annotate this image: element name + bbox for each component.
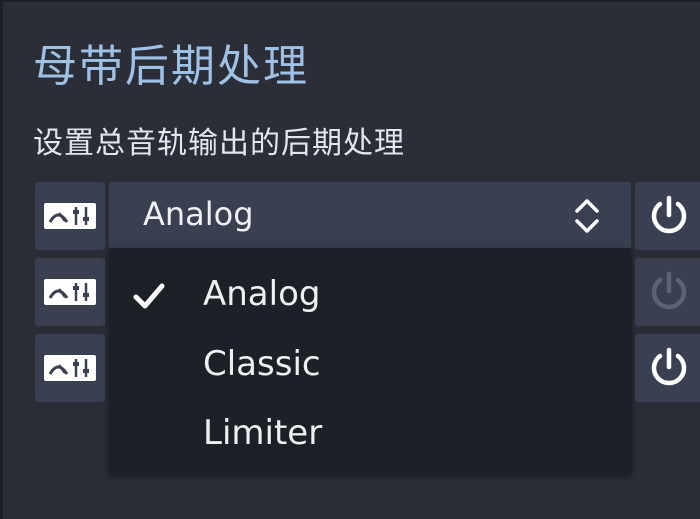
mastering-preset-select[interactable]: Analog <box>109 182 631 248</box>
mastering-settings-icon <box>44 203 96 229</box>
page-title: 母带后期处理 <box>33 41 309 92</box>
select-value: Analog <box>143 195 254 233</box>
row-1-settings-button[interactable] <box>35 182 105 250</box>
checkmark-icon <box>133 283 165 309</box>
preset-dropdown-menu: Analog Classic Limiter <box>109 248 631 474</box>
mastering-panel: 母带后期处理 设置总音轨输出的后期处理 Analog Analog Classi… <box>0 0 700 519</box>
page-subtitle: 设置总音轨输出的后期处理 <box>33 126 405 161</box>
power-icon <box>651 195 687 234</box>
row-3-settings-button[interactable] <box>35 334 105 402</box>
mastering-settings-icon <box>44 355 96 381</box>
mastering-settings-icon <box>44 279 96 305</box>
row-3-power-button[interactable] <box>635 334 700 402</box>
option-limiter[interactable]: Limiter <box>109 399 631 469</box>
row-2-power-button[interactable] <box>635 258 700 326</box>
option-label: Analog <box>203 274 321 314</box>
row-2-settings-button[interactable] <box>35 258 105 326</box>
option-analog[interactable]: Analog <box>109 260 631 330</box>
power-icon <box>651 271 687 310</box>
updown-chevron-icon <box>575 199 599 233</box>
power-icon <box>651 347 687 386</box>
option-label: Classic <box>203 344 321 384</box>
option-label: Limiter <box>203 413 323 453</box>
option-classic[interactable]: Classic <box>109 330 631 400</box>
row-1-power-button[interactable] <box>635 182 700 250</box>
